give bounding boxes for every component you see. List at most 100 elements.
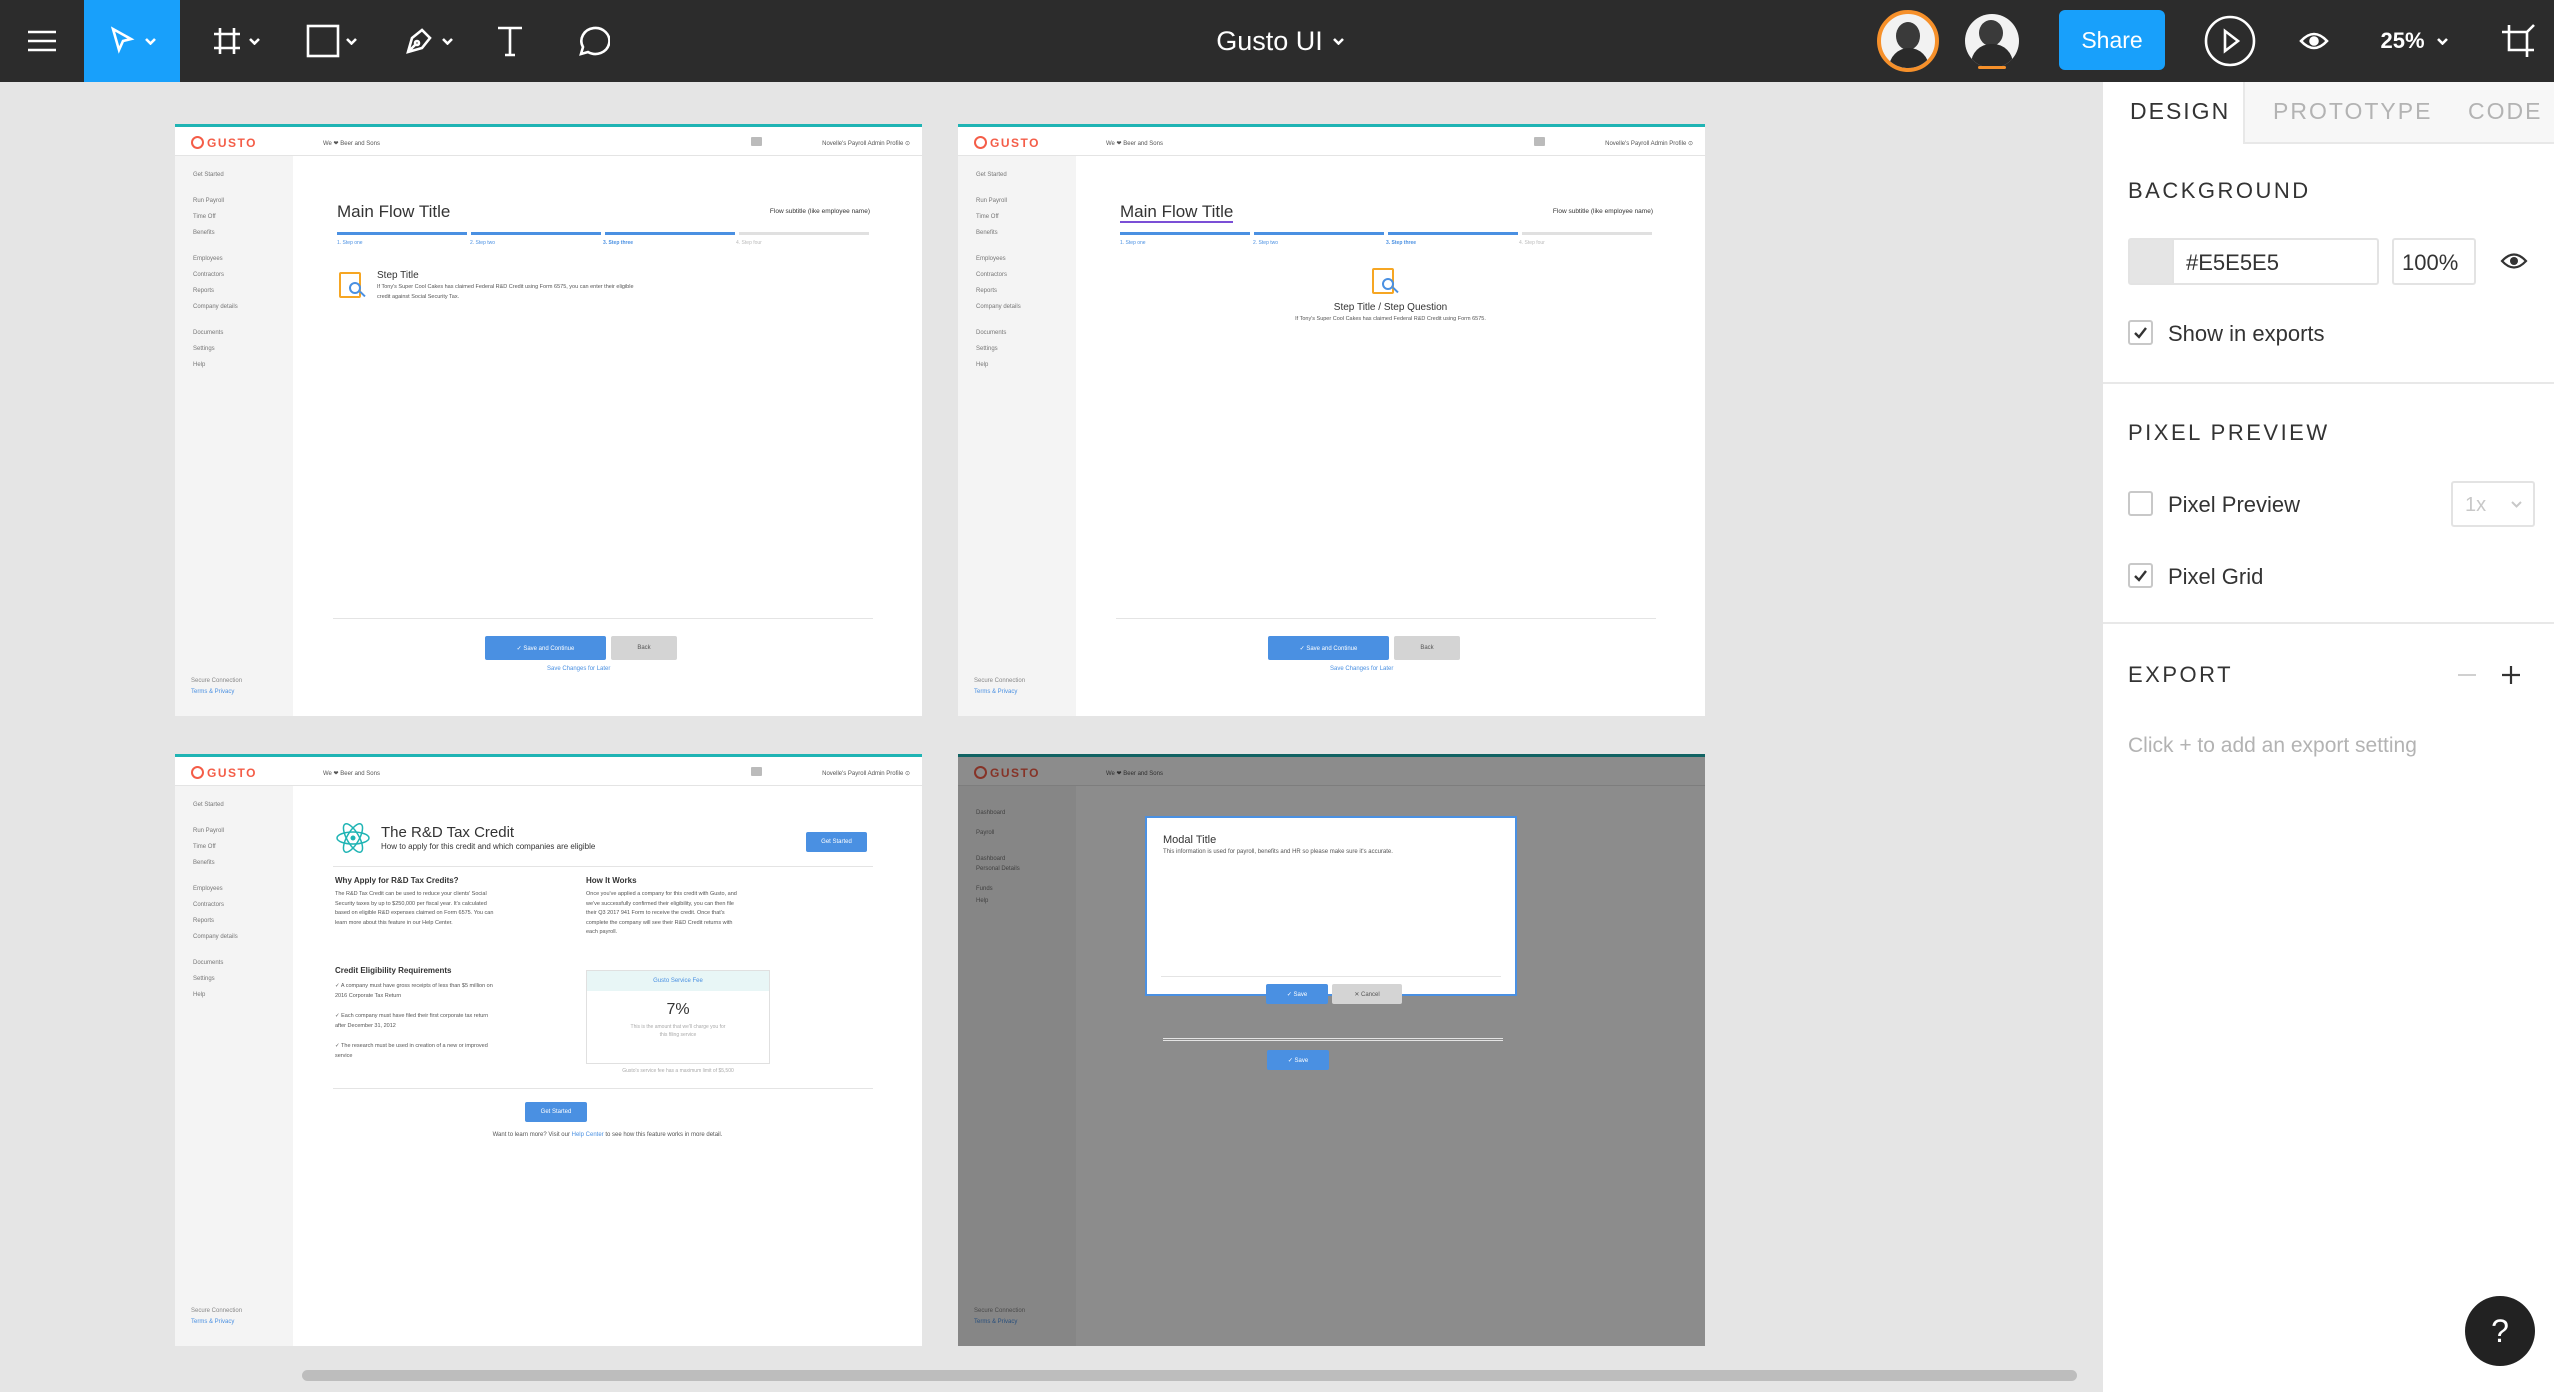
nav-item[interactable]: Benefits: [976, 230, 998, 236]
nav-item[interactable]: Help: [193, 362, 205, 368]
pixel-preview-checkbox[interactable]: [2128, 491, 2153, 516]
nav-item[interactable]: Settings: [193, 346, 215, 352]
nav-item[interactable]: Reports: [193, 918, 214, 924]
modal-save-button[interactable]: ✓ Save: [1267, 1050, 1329, 1070]
nav-item[interactable]: Help: [976, 362, 988, 368]
artboard-rd-tax-credit[interactable]: GUSTO We ❤ Beer and Sons Novelle's Payro…: [175, 754, 922, 1346]
minus-icon[interactable]: [2458, 674, 2476, 676]
divider: [1163, 1038, 1503, 1039]
nav-item[interactable]: Run Payroll: [193, 198, 224, 204]
tab-code[interactable]: CODE: [2468, 98, 2542, 125]
artboard-modal[interactable]: GUSTO We ❤ Beer and Sons Dashboard Payro…: [958, 754, 1705, 1346]
eye-icon[interactable]: [2500, 251, 2528, 271]
profile-menu[interactable]: Novelle's Payroll Admin Profile ⊙: [1605, 140, 1693, 147]
nav-item[interactable]: Help: [193, 992, 205, 998]
help-button[interactable]: ?: [2465, 1296, 2535, 1366]
save-later-link[interactable]: Save Changes for Later: [1330, 666, 1393, 672]
get-started-button-bottom[interactable]: Get Started: [525, 1102, 587, 1122]
nav-item[interactable]: Get Started: [976, 172, 1007, 178]
text-tool-button[interactable]: [488, 0, 532, 82]
tab-design[interactable]: DESIGN: [2130, 98, 2230, 125]
nav-item[interactable]: Run Payroll: [193, 828, 224, 834]
nav-item[interactable]: Get Started: [193, 172, 224, 178]
nav-item[interactable]: Get Started: [193, 802, 224, 808]
crop-icon: [2502, 24, 2535, 57]
avatar-current-user[interactable]: [1876, 0, 1940, 82]
present-button[interactable]: [2200, 0, 2260, 82]
artboard-flow-question[interactable]: GUSTO We ❤ Beer and Sons Novelle's Payro…: [958, 124, 1705, 716]
notification-icon[interactable]: [751, 767, 762, 776]
nav-item[interactable]: Employees: [193, 886, 223, 892]
nav-item[interactable]: Reports: [976, 288, 997, 294]
menu-icon[interactable]: [20, 0, 64, 82]
move-tool-button[interactable]: [84, 0, 180, 82]
nav-item[interactable]: Reports: [193, 288, 214, 294]
shape-tool-button[interactable]: [296, 0, 366, 82]
nav-item[interactable]: Company details: [193, 304, 238, 310]
nav-item[interactable]: Company details: [193, 934, 238, 940]
horizontal-scrollbar[interactable]: [302, 1370, 2077, 1381]
nav-item[interactable]: Contractors: [193, 272, 224, 278]
share-button[interactable]: Share: [2059, 10, 2165, 70]
show-in-exports-checkbox[interactable]: [2128, 320, 2153, 345]
view-button[interactable]: [2294, 0, 2334, 82]
fee-description: This is the amount that we'll charge you…: [630, 1024, 726, 1038]
modal-cancel-button[interactable]: ✕ Cancel: [1332, 984, 1402, 1004]
pixel-grid-checkbox[interactable]: [2128, 563, 2153, 588]
color-swatch[interactable]: [2130, 240, 2174, 283]
pixel-preview-scale-select[interactable]: 1x: [2451, 481, 2535, 527]
sidebar-footer: Secure Connection Terms & Privacy: [974, 678, 1026, 695]
back-button[interactable]: Back: [1394, 636, 1460, 660]
frame-tool-button[interactable]: [200, 0, 270, 82]
nav-item[interactable]: Time Off: [976, 214, 999, 220]
background-opacity-field[interactable]: 100%: [2392, 238, 2476, 285]
step-labels: 1. Step one 2. Step two 3. Step three 4. St…: [337, 240, 762, 246]
pen-tool-button[interactable]: [392, 0, 462, 82]
artboard-flow-step[interactable]: GUSTO We ❤ Beer and Sons Novelle's Payro…: [175, 124, 922, 716]
fullscreen-button[interactable]: [2496, 0, 2540, 82]
modal-save-button[interactable]: ✓ Save: [1266, 984, 1328, 1004]
save-continue-button[interactable]: ✓ Save and Continue: [485, 636, 606, 660]
nav-item[interactable]: Employees: [193, 256, 223, 262]
company-name: We ❤ Beer and Sons: [323, 141, 380, 147]
save-later-link[interactable]: Save Changes for Later: [547, 666, 610, 672]
search-document-icon: [337, 270, 367, 300]
tab-prototype[interactable]: PROTOTYPE: [2273, 98, 2432, 125]
nav-item[interactable]: Employees: [976, 256, 1006, 262]
nav-item[interactable]: Settings: [193, 976, 215, 982]
nav-item[interactable]: Benefits: [193, 860, 215, 866]
nav-item[interactable]: Documents: [193, 960, 223, 966]
get-started-button-top[interactable]: Get Started: [806, 832, 867, 852]
background-color-field[interactable]: #E5E5E5: [2128, 238, 2379, 285]
profile-menu[interactable]: Novelle's Payroll Admin Profile ⊙: [822, 140, 910, 147]
learn-more-text: Want to learn more? Visit our Help Cente…: [492, 1132, 723, 1138]
zoom-dropdown[interactable]: 25%: [2366, 0, 2462, 82]
profile-menu[interactable]: Novelle's Payroll Admin Profile ⊙: [822, 770, 910, 777]
back-button[interactable]: Back: [611, 636, 677, 660]
nav-item[interactable]: Contractors: [976, 272, 1007, 278]
nav-item[interactable]: Documents: [193, 330, 223, 336]
save-continue-button[interactable]: ✓ Save and Continue: [1268, 636, 1389, 660]
nav-item[interactable]: Company details: [976, 304, 1021, 310]
nav-item[interactable]: Contractors: [193, 902, 224, 908]
nav-item[interactable]: Benefits: [193, 230, 215, 236]
notification-icon[interactable]: [1534, 137, 1545, 146]
rectangle-icon: [306, 24, 339, 58]
background-hex[interactable]: #E5E5E5: [2186, 250, 2279, 276]
plus-icon[interactable]: [2501, 665, 2521, 685]
avatar-collaborator[interactable]: [1960, 0, 2024, 82]
file-title[interactable]: Gusto UI: [1180, 0, 1380, 82]
nav-item[interactable]: Documents: [976, 330, 1006, 336]
main-content: The R&D Tax Credit How to apply for this…: [293, 786, 922, 1346]
notification-icon[interactable]: [751, 137, 762, 146]
help-center-link[interactable]: Help Center: [572, 1132, 604, 1138]
nav-item[interactable]: Settings: [976, 346, 998, 352]
comment-tool-button[interactable]: [570, 0, 614, 82]
divider: [1116, 618, 1656, 619]
show-in-exports-label: Show in exports: [2168, 321, 2325, 346]
nav-item[interactable]: Time Off: [193, 844, 216, 850]
nav-item[interactable]: Run Payroll: [976, 198, 1007, 204]
nav-item[interactable]: Time Off: [193, 214, 216, 220]
eye-icon: [2299, 32, 2329, 50]
canvas[interactable]: GUSTO We ❤ Beer and Sons Novelle's Payro…: [0, 82, 2103, 1392]
